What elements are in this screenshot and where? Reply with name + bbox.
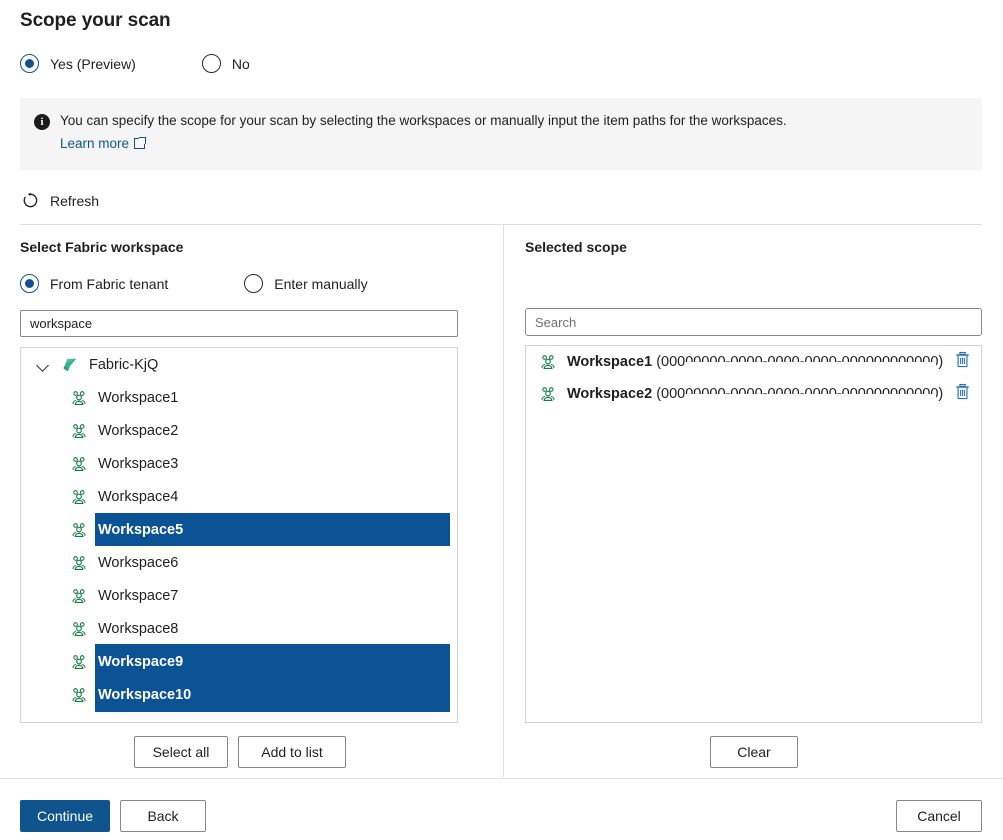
tree-item-workspace3[interactable]: Workspace3 (21, 447, 457, 480)
radio-label-enter-manually: Enter manually (274, 276, 367, 292)
workspace-group-icon (70, 686, 88, 704)
selected-scope-search-input[interactable] (525, 308, 982, 336)
workspace-group-icon (539, 385, 557, 403)
selected-scope-guid: (00000000-0000-0000-0000-000000000000) (652, 386, 943, 402)
radio-button-icon-selected (20, 54, 39, 73)
right-panel-title: Selected scope (525, 239, 627, 255)
radio-button-icon-unselected (202, 54, 221, 73)
radio-option-no[interactable]: No (202, 54, 250, 73)
workspace-tree-items: Workspace1 Workspace2 Workspace3 Workspace4… (21, 381, 457, 711)
workspace-tree-listbox[interactable]: Fabric-KjQ Workspace1Workspace2Workspace… (20, 347, 458, 723)
info-icon: i (34, 114, 50, 130)
workspace-group-icon (539, 353, 557, 371)
selected-scope-label: Workspace1 (00000000-0000-0000-0000-0000… (567, 354, 946, 370)
divider-horizontal-top (20, 224, 982, 225)
selected-scope-guid: (00000000-0000-0000-0000-000000000000) (652, 354, 943, 370)
clear-button[interactable]: Clear (710, 736, 798, 768)
delete-scope-button[interactable] (954, 351, 971, 373)
workspace-group-icon (70, 389, 88, 407)
add-to-list-button[interactable]: Add to list (238, 736, 346, 768)
cancel-button[interactable]: Cancel (896, 800, 982, 832)
divider-vertical (503, 225, 504, 777)
workspace-group-icon (70, 488, 88, 506)
workspace-group-icon (70, 620, 88, 638)
tree-item-workspace6[interactable]: Workspace6 (21, 546, 457, 579)
workspace-group-icon (70, 521, 88, 539)
tree-item-workspace2[interactable]: Workspace2 (21, 414, 457, 447)
tree-item-workspace7[interactable]: Workspace7 (21, 579, 457, 612)
selected-scope-row: Workspace1 (00000000-0000-0000-0000-0000… (526, 346, 981, 378)
back-button[interactable]: Back (120, 800, 206, 832)
radio-label-no: No (232, 56, 250, 72)
delete-scope-button[interactable] (954, 383, 971, 405)
info-banner-text: You can specify the scope for your scan … (60, 112, 787, 130)
trash-icon[interactable] (954, 351, 971, 368)
radio-label-yes-preview: Yes (Preview) (50, 56, 136, 72)
workspace-group-icon (70, 422, 88, 440)
refresh-label: Refresh (50, 193, 99, 209)
selected-scope-name: Workspace2 (567, 386, 652, 402)
select-all-button[interactable]: Select all (134, 736, 228, 768)
divider-horizontal-bottom (0, 778, 1003, 779)
fabric-logo-icon (61, 356, 79, 374)
scope-your-scan-dialog: Scope your scan Yes (Preview) No i You c… (0, 0, 1003, 840)
tree-item-label: Workspace3 (98, 456, 178, 472)
scope-enable-radio-group: Yes (Preview) No (20, 54, 250, 73)
tree-item-workspace4[interactable]: Workspace4 (21, 480, 457, 513)
radio-label-from-fabric-tenant: From Fabric tenant (50, 276, 168, 292)
workspace-group-icon (70, 455, 88, 473)
tree-item-label: Workspace10 (98, 687, 191, 703)
tree-item-label: Workspace1 (98, 390, 178, 406)
tree-root-fabric-tenant[interactable]: Fabric-KjQ (21, 348, 457, 381)
radio-button-icon-unselected (244, 274, 263, 293)
radio-option-yes-preview[interactable]: Yes (Preview) (20, 54, 136, 73)
tree-item-workspace5[interactable]: Workspace5 (21, 513, 457, 546)
radio-option-from-fabric-tenant[interactable]: From Fabric tenant (20, 274, 168, 293)
workspace-group-icon (70, 554, 88, 572)
continue-button[interactable]: Continue (20, 800, 110, 832)
tree-root-label: Fabric-KjQ (89, 357, 158, 373)
selected-scope-rows: Workspace1 (00000000-0000-0000-0000-0000… (526, 346, 981, 410)
workspace-group-icon (70, 653, 88, 671)
refresh-icon (22, 192, 39, 209)
tree-item-label: Workspace6 (98, 555, 178, 571)
workspace-source-radio-group: From Fabric tenant Enter manually (20, 274, 368, 293)
selected-scope-listbox[interactable]: Workspace1 (00000000-0000-0000-0000-0000… (525, 345, 982, 723)
workspace-filter-input[interactable] (20, 310, 458, 337)
tree-item-label: Workspace9 (98, 654, 183, 670)
tree-item-label: Workspace8 (98, 621, 178, 637)
workspace-group-icon (70, 587, 88, 605)
selected-scope-label: Workspace2 (00000000-0000-0000-0000-0000… (567, 386, 946, 402)
info-banner-body: You can specify the scope for your scan … (60, 112, 787, 170)
external-link-icon (134, 138, 145, 149)
tree-item-label: Workspace5 (98, 522, 183, 538)
selected-scope-name: Workspace1 (567, 354, 652, 370)
trash-icon[interactable] (954, 383, 971, 400)
refresh-button[interactable]: Refresh (22, 192, 99, 209)
page-title: Scope your scan (20, 10, 171, 32)
tree-item-workspace10[interactable]: Workspace10 (21, 678, 457, 711)
tree-item-workspace9[interactable]: Workspace9 (21, 645, 457, 678)
learn-more-label: Learn more (60, 136, 129, 151)
chevron-down-icon[interactable] (35, 357, 51, 373)
radio-option-enter-manually[interactable]: Enter manually (244, 274, 367, 293)
tree-item-workspace8[interactable]: Workspace8 (21, 612, 457, 645)
tree-item-label: Workspace4 (98, 489, 178, 505)
tree-item-label: Workspace2 (98, 423, 178, 439)
learn-more-link[interactable]: Learn more (60, 136, 145, 151)
tree-item-label: Workspace7 (98, 588, 178, 604)
left-panel-title: Select Fabric workspace (20, 239, 183, 255)
info-banner: i You can specify the scope for your sca… (20, 98, 982, 170)
tree-item-workspace1[interactable]: Workspace1 (21, 381, 457, 414)
selected-scope-row: Workspace2 (00000000-0000-0000-0000-0000… (526, 378, 981, 410)
radio-button-icon-selected (20, 274, 39, 293)
